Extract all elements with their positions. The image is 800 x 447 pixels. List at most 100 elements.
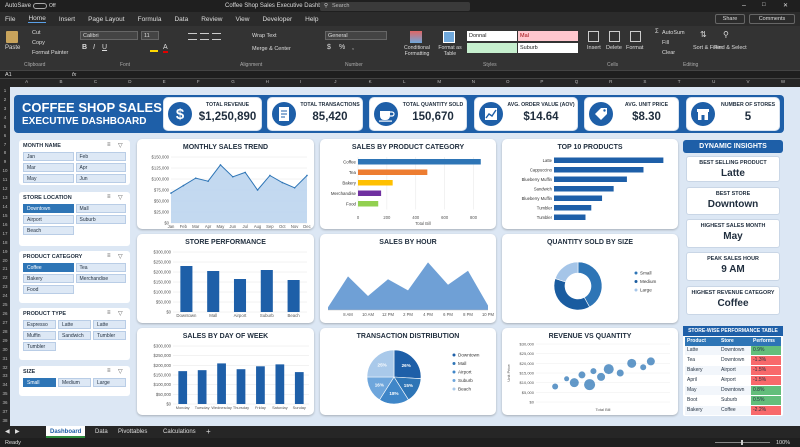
minimize-button[interactable]: – (742, 2, 746, 9)
row-header[interactable]: 33 (0, 373, 10, 378)
multi-select-icon[interactable]: ≡ (107, 194, 111, 200)
column-header[interactable]: P (540, 79, 543, 84)
row-header[interactable]: 23 (0, 284, 10, 289)
clear-filter-icon[interactable]: ▽ (118, 142, 123, 149)
row-header[interactable]: 27 (0, 320, 10, 325)
slicer-item[interactable]: Sandwich (58, 331, 91, 340)
tab-data[interactable]: Data (174, 16, 188, 23)
sheet-tab-pivottables[interactable]: Pivottables (114, 426, 151, 438)
chart-sales-by-day-of-week[interactable]: SALES BY DAY OF WEEK $300,000 $250,000 $20… (137, 328, 314, 415)
column-header[interactable]: D (128, 79, 131, 84)
row-header[interactable]: 20 (0, 258, 10, 263)
tab-file[interactable]: File (5, 16, 15, 23)
style-cell-normal[interactable]: Donnal (467, 31, 517, 41)
multi-select-icon[interactable]: ≡ (107, 253, 111, 259)
style-cell-good[interactable] (467, 43, 517, 53)
column-header[interactable]: M (437, 79, 441, 84)
delete-cells-button[interactable]: Delete (606, 45, 622, 51)
row-header[interactable]: 32 (0, 365, 10, 370)
autosum-button[interactable]: AutoSum (662, 30, 685, 36)
tab-help[interactable]: Help (305, 16, 318, 23)
slicer-item[interactable]: Muffin (23, 331, 56, 340)
chart-monthly-sales-trend[interactable]: MONTHLY SALES TREND $150,000 $125,000 $100… (137, 139, 314, 229)
sheet-nav-prev[interactable]: ◀ (5, 428, 10, 435)
tab-review[interactable]: Review (201, 16, 222, 23)
number-format-select[interactable]: General (325, 31, 387, 40)
row-header[interactable]: 4 (0, 115, 10, 120)
insert-cells-button[interactable]: Insert (587, 45, 601, 51)
align-right-icon[interactable] (212, 33, 221, 40)
chart-quantity-by-size[interactable]: QUANTITY SOLD BY SIZE Small Medium Large (502, 234, 678, 323)
title-search-box[interactable]: ⚲ Search (320, 1, 470, 11)
slicer-item[interactable]: Food (23, 285, 74, 294)
row-header[interactable]: 3 (0, 106, 10, 111)
column-header[interactable]: V (746, 79, 749, 84)
column-header[interactable]: W (781, 79, 785, 84)
row-header[interactable]: 21 (0, 266, 10, 271)
tab-view[interactable]: View (236, 16, 250, 23)
column-header[interactable]: Q (575, 79, 579, 84)
tab-insert[interactable]: Insert (59, 16, 75, 23)
add-sheet-button[interactable]: + (206, 427, 211, 436)
formula-input[interactable] (84, 71, 796, 78)
format-as-table-button[interactable]: Format as Table (437, 45, 463, 57)
percent-button[interactable]: % (339, 44, 345, 51)
slicer-item[interactable]: Latte (93, 320, 126, 329)
chart-revenue-vs-quantity[interactable]: REVENUE VS QUANTITY $30,000 $25,000 $20,00… (502, 328, 678, 415)
column-header[interactable]: O (506, 79, 510, 84)
column-header[interactable]: I (300, 79, 301, 84)
paste-icon[interactable] (6, 31, 18, 43)
align-center-icon[interactable] (200, 33, 209, 40)
conditional-formatting-button[interactable]: Conditional Formatting (400, 45, 434, 57)
slicer-item[interactable]: Tumbler (23, 342, 56, 351)
close-button[interactable]: ✕ (783, 2, 788, 9)
multi-select-icon[interactable]: ≡ (107, 368, 111, 374)
row-header[interactable]: 14 (0, 204, 10, 209)
wrap-text-button[interactable]: Wrap Text (252, 33, 277, 39)
slicer-item[interactable]: Coffee (23, 263, 74, 272)
chart-top-10-products[interactable]: TOP 10 PRODUCTS Latte Cappuccino Blueberry… (502, 139, 678, 229)
clear-filter-icon[interactable]: ▽ (118, 310, 123, 317)
slicer-item[interactable]: Medium (58, 378, 91, 387)
sheet-tab-dashboard[interactable]: Dashboard (46, 426, 86, 438)
format-painter-button[interactable]: Format Painter (32, 50, 68, 56)
row-header[interactable]: 29 (0, 338, 10, 343)
tab-page-layout[interactable]: Page Layout (88, 16, 125, 23)
delete-cells-icon[interactable] (609, 31, 620, 42)
row-header[interactable]: 2 (0, 97, 10, 102)
slicer-item[interactable]: Bakery (23, 274, 74, 283)
chart-transaction-distribution[interactable]: TRANSACTION DISTRIBUTION 26% Downtown 15% M… (320, 328, 496, 415)
slicer-item[interactable]: Merchandise (75, 274, 126, 283)
bold-button[interactable]: B (82, 44, 87, 51)
row-header[interactable]: 8 (0, 150, 10, 155)
row-header[interactable]: 11 (0, 177, 10, 182)
tab-formula[interactable]: Formula (138, 16, 162, 23)
paste-button[interactable]: Paste (5, 45, 20, 51)
clear-filter-icon[interactable]: ▽ (118, 194, 123, 201)
row-header[interactable]: 16 (0, 222, 10, 227)
italic-button[interactable]: I (93, 44, 95, 51)
row-header[interactable]: 26 (0, 311, 10, 316)
row-header[interactable]: 30 (0, 347, 10, 352)
column-header[interactable]: N (472, 79, 475, 84)
row-header[interactable]: 9 (0, 159, 10, 164)
row-header[interactable]: 22 (0, 275, 10, 280)
row-header[interactable]: 38 (0, 418, 10, 423)
chart-sales-by-hour[interactable]: SALES BY HOUR 8 AM 10 AM 12 PM 2 PM 4 PM 6 PM… (320, 234, 496, 323)
merge-center-button[interactable]: Merge & Center (252, 46, 291, 52)
sheet-tab-calculations[interactable]: Calculations (159, 426, 200, 438)
slicer-item[interactable]: Tea (75, 263, 126, 272)
row-header[interactable]: 1 (0, 88, 10, 93)
slicer-item[interactable]: Suburb (75, 215, 126, 224)
autosave-toggle[interactable] (33, 3, 47, 9)
fill-color-icon[interactable] (150, 45, 158, 52)
slicer-item[interactable]: Apr (75, 163, 126, 172)
slicer-item[interactable]: Mall (75, 204, 126, 213)
slicer-item[interactable]: Jan (23, 152, 74, 161)
share-button[interactable]: Share (715, 14, 745, 24)
font-size-select[interactable]: 11 (141, 31, 159, 40)
chart-store-performance[interactable]: STORE PERFORMANCE $300,000 $250,000 $200,0… (137, 234, 314, 323)
align-left-icon[interactable] (188, 33, 197, 40)
row-header[interactable]: 10 (0, 168, 10, 173)
clear-filter-icon[interactable]: ▽ (118, 253, 123, 260)
